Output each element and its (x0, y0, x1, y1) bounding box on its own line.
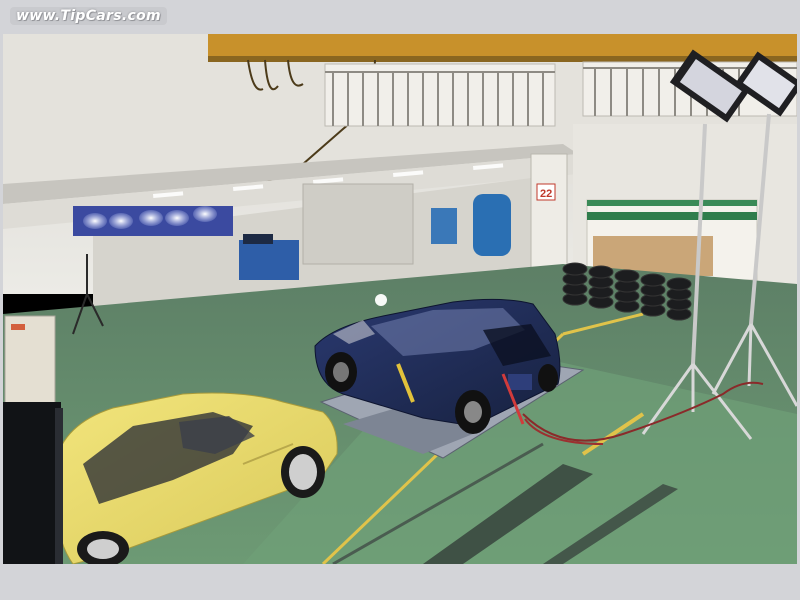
blue-cabinet (431, 208, 457, 244)
photo-scene: 22 (3, 34, 797, 564)
foreground-dark-panel (3, 402, 61, 564)
top-frame-bar: www.TipCars.com (0, 0, 800, 34)
photo: 22 (3, 34, 797, 564)
foreground-dark-panel-edge (55, 408, 63, 564)
bottom-frame-bar (0, 564, 800, 600)
equipment-cart-top (243, 234, 273, 244)
bay-door-panel (302, 183, 414, 265)
counter-top-stripe (587, 200, 757, 206)
equipment-cart (239, 240, 299, 280)
counter-green-stripe (587, 212, 757, 220)
pillar-sign-number: 22 (540, 188, 552, 200)
blue-tank (473, 194, 511, 256)
electrical-box-label (11, 324, 25, 330)
balcony-left (324, 63, 556, 127)
white-pillar (530, 153, 568, 275)
tipcars-watermark: www.TipCars.com (10, 7, 167, 25)
